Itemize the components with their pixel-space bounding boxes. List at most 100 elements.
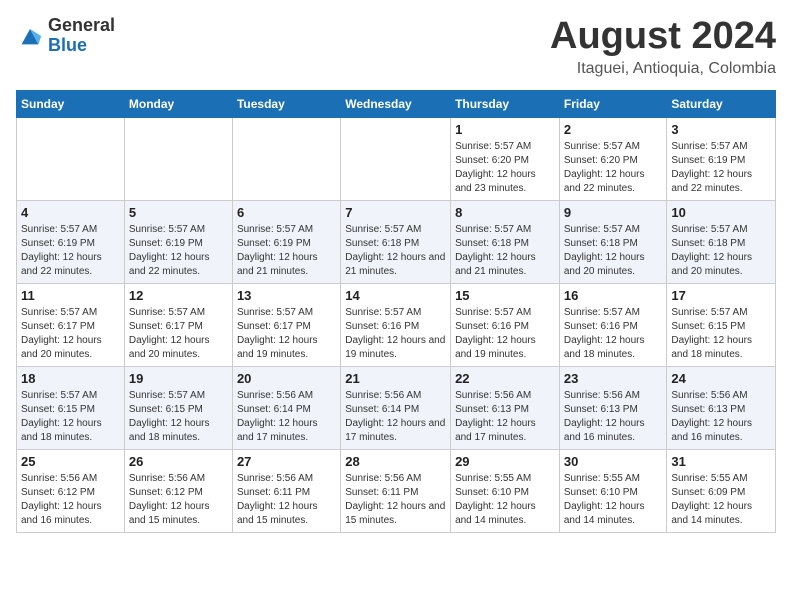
calendar-week-row: 4 Sunrise: 5:57 AMSunset: 6:19 PMDaylight…	[17, 200, 776, 283]
day-number: 23	[564, 371, 663, 386]
day-info: Sunrise: 5:57 AMSunset: 6:20 PMDaylight:…	[455, 140, 555, 196]
day-number: 19	[129, 371, 228, 386]
calendar-cell	[124, 117, 232, 200]
calendar-cell: 3 Sunrise: 5:57 AMSunset: 6:19 PMDaylight…	[667, 117, 776, 200]
day-number: 1	[455, 122, 555, 137]
day-info: Sunrise: 5:55 AMSunset: 6:10 PMDaylight:…	[564, 472, 663, 528]
calendar-week-row: 1 Sunrise: 5:57 AMSunset: 6:20 PMDaylight…	[17, 117, 776, 200]
day-number: 20	[237, 371, 336, 386]
calendar-cell	[17, 117, 125, 200]
weekday-header: Saturday	[667, 90, 776, 117]
calendar-cell: 22Sunrise: 5:56 AMSunset: 6:13 PMDayligh…	[451, 366, 560, 449]
title-block: August 2024 Itaguei, Antioquia, Colombia	[550, 16, 776, 78]
day-number: 27	[237, 454, 336, 469]
calendar-table: SundayMondayTuesdayWednesdayThursdayFrid…	[16, 90, 776, 533]
calendar-cell: 16Sunrise: 5:57 AMSunset: 6:16 PMDayligh…	[559, 283, 667, 366]
day-number: 21	[345, 371, 446, 386]
day-number: 10	[671, 205, 771, 220]
day-number: 7	[345, 205, 446, 220]
day-info: Sunrise: 5:56 AMSunset: 6:13 PMDaylight:…	[671, 389, 771, 445]
day-number: 15	[455, 288, 555, 303]
calendar-cell: 23 Sunrise: 5:56 AMSunset: 6:13 PMDayligh…	[559, 366, 667, 449]
calendar-cell: 24Sunrise: 5:56 AMSunset: 6:13 PMDayligh…	[667, 366, 776, 449]
weekday-header: Thursday	[451, 90, 560, 117]
calendar-cell: 5 Sunrise: 5:57 AMSunset: 6:19 PMDaylight…	[124, 200, 232, 283]
calendar-cell: 14 Sunrise: 5:57 AMSunset: 6:16 PMDayligh…	[341, 283, 451, 366]
day-info: Sunrise: 5:57 AMSunset: 6:15 PMDaylight:…	[21, 389, 120, 445]
calendar-cell: 4 Sunrise: 5:57 AMSunset: 6:19 PMDaylight…	[17, 200, 125, 283]
day-info: Sunrise: 5:57 AMSunset: 6:15 PMDaylight:…	[129, 389, 228, 445]
day-info: Sunrise: 5:57 AMSunset: 6:18 PMDaylight:…	[455, 223, 555, 279]
calendar-cell: 31Sunrise: 5:55 AMSunset: 6:09 PMDayligh…	[667, 449, 776, 532]
day-info: Sunrise: 5:57 AMSunset: 6:18 PMDaylight:…	[564, 223, 663, 279]
calendar-cell: 6 Sunrise: 5:57 AMSunset: 6:19 PMDaylight…	[232, 200, 340, 283]
logo-icon	[16, 22, 44, 50]
day-number: 12	[129, 288, 228, 303]
calendar-cell: 27 Sunrise: 5:56 AMSunset: 6:11 PMDayligh…	[232, 449, 340, 532]
weekday-header: Tuesday	[232, 90, 340, 117]
day-number: 8	[455, 205, 555, 220]
calendar-cell	[232, 117, 340, 200]
calendar-cell: 21Sunrise: 5:56 AMSunset: 6:14 PMDayligh…	[341, 366, 451, 449]
day-number: 26	[129, 454, 228, 469]
day-info: Sunrise: 5:56 AMSunset: 6:12 PMDaylight:…	[129, 472, 228, 528]
day-number: 14	[345, 288, 446, 303]
day-info: Sunrise: 5:56 AMSunset: 6:13 PMDaylight:…	[564, 389, 663, 445]
day-number: 31	[671, 454, 771, 469]
calendar-cell: 26 Sunrise: 5:56 AMSunset: 6:12 PMDayligh…	[124, 449, 232, 532]
day-number: 16	[564, 288, 663, 303]
day-info: Sunrise: 5:57 AMSunset: 6:16 PMDaylight:…	[345, 306, 446, 362]
day-number: 6	[237, 205, 336, 220]
calendar-cell: 20Sunrise: 5:56 AMSunset: 6:14 PMDayligh…	[232, 366, 340, 449]
calendar-cell: 11 Sunrise: 5:57 AMSunset: 6:17 PMDayligh…	[17, 283, 125, 366]
day-info: Sunrise: 5:57 AMSunset: 6:19 PMDaylight:…	[237, 223, 336, 279]
day-number: 25	[21, 454, 120, 469]
calendar-cell: 25 Sunrise: 5:56 AMSunset: 6:12 PMDayligh…	[17, 449, 125, 532]
calendar-cell: 7 Sunrise: 5:57 AMSunset: 6:18 PMDaylight…	[341, 200, 451, 283]
calendar-cell: 30 Sunrise: 5:55 AMSunset: 6:10 PMDayligh…	[559, 449, 667, 532]
day-info: Sunrise: 5:57 AMSunset: 6:16 PMDaylight:…	[455, 306, 555, 362]
calendar-header-row: SundayMondayTuesdayWednesdayThursdayFrid…	[17, 90, 776, 117]
day-number: 30	[564, 454, 663, 469]
day-info: Sunrise: 5:56 AMSunset: 6:12 PMDaylight:…	[21, 472, 120, 528]
day-number: 13	[237, 288, 336, 303]
day-info: Sunrise: 5:57 AMSunset: 6:19 PMDaylight:…	[21, 223, 120, 279]
day-info: Sunrise: 5:57 AMSunset: 6:20 PMDaylight:…	[564, 140, 663, 196]
day-number: 9	[564, 205, 663, 220]
day-info: Sunrise: 5:56 AMSunset: 6:11 PMDaylight:…	[237, 472, 336, 528]
calendar-week-row: 25 Sunrise: 5:56 AMSunset: 6:12 PMDayligh…	[17, 449, 776, 532]
day-number: 22	[455, 371, 555, 386]
subtitle: Itaguei, Antioquia, Colombia	[550, 60, 776, 78]
day-number: 17	[671, 288, 771, 303]
day-number: 28	[345, 454, 446, 469]
calendar-cell: 10 Sunrise: 5:57 AMSunset: 6:18 PMDayligh…	[667, 200, 776, 283]
day-number: 2	[564, 122, 663, 137]
day-info: Sunrise: 5:57 AMSunset: 6:19 PMDaylight:…	[671, 140, 771, 196]
weekday-header: Sunday	[17, 90, 125, 117]
calendar-cell: 12 Sunrise: 5:57 AMSunset: 6:17 PMDayligh…	[124, 283, 232, 366]
day-number: 11	[21, 288, 120, 303]
calendar-cell: 29Sunrise: 5:55 AMSunset: 6:10 PMDayligh…	[451, 449, 560, 532]
day-info: Sunrise: 5:56 AMSunset: 6:11 PMDaylight:…	[345, 472, 446, 528]
weekday-header: Monday	[124, 90, 232, 117]
day-info: Sunrise: 5:57 AMSunset: 6:17 PMDaylight:…	[21, 306, 120, 362]
day-number: 5	[129, 205, 228, 220]
day-number: 3	[671, 122, 771, 137]
day-info: Sunrise: 5:57 AMSunset: 6:17 PMDaylight:…	[237, 306, 336, 362]
day-info: Sunrise: 5:57 AMSunset: 6:18 PMDaylight:…	[345, 223, 446, 279]
calendar-cell: 19 Sunrise: 5:57 AMSunset: 6:15 PMDayligh…	[124, 366, 232, 449]
day-info: Sunrise: 5:57 AMSunset: 6:15 PMDaylight:…	[671, 306, 771, 362]
day-number: 18	[21, 371, 120, 386]
day-info: Sunrise: 5:57 AMSunset: 6:18 PMDaylight:…	[671, 223, 771, 279]
calendar-cell	[341, 117, 451, 200]
logo: General Blue	[16, 16, 115, 56]
calendar-cell: 13 Sunrise: 5:57 AMSunset: 6:17 PMDayligh…	[232, 283, 340, 366]
day-info: Sunrise: 5:57 AMSunset: 6:19 PMDaylight:…	[129, 223, 228, 279]
day-info: Sunrise: 5:57 AMSunset: 6:17 PMDaylight:…	[129, 306, 228, 362]
logo-text: General Blue	[48, 16, 115, 56]
calendar-cell: 2 Sunrise: 5:57 AMSunset: 6:20 PMDaylight…	[559, 117, 667, 200]
day-number: 4	[21, 205, 120, 220]
calendar-cell: 17 Sunrise: 5:57 AMSunset: 6:15 PMDayligh…	[667, 283, 776, 366]
calendar-cell: 8 Sunrise: 5:57 AMSunset: 6:18 PMDaylight…	[451, 200, 560, 283]
calendar-cell: 9 Sunrise: 5:57 AMSunset: 6:18 PMDaylight…	[559, 200, 667, 283]
